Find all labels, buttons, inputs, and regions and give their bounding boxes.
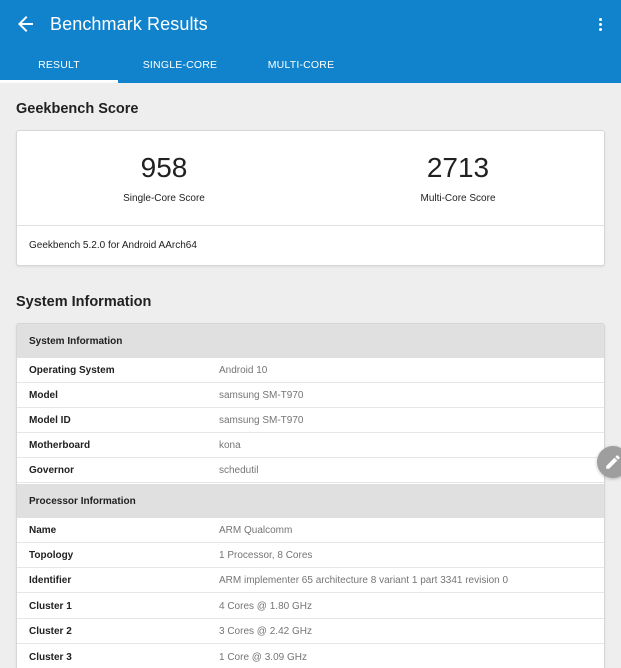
row-value: Android 10 bbox=[219, 364, 268, 376]
row-key: Model bbox=[29, 389, 58, 401]
row-key: Governor bbox=[29, 464, 75, 476]
system-info-group-header: System Information bbox=[17, 324, 604, 358]
more-vertical-icon bbox=[598, 17, 602, 21]
table-row: Governor schedutil bbox=[17, 458, 604, 483]
row-value: kona bbox=[219, 439, 241, 451]
processor-info-group-header: Processor Information bbox=[17, 484, 604, 518]
row-value: 1 Processor, 8 Cores bbox=[219, 549, 313, 561]
row-value: 4 Cores @ 1.80 GHz bbox=[219, 600, 312, 612]
multi-core-score-block: 2713 Multi-Core Score bbox=[311, 149, 605, 204]
tab-indicator bbox=[0, 80, 118, 83]
table-row: Identifier ARM implementer 65 architectu… bbox=[17, 568, 604, 593]
row-value: ARM Qualcomm bbox=[219, 524, 293, 536]
version-text: Geekbench 5.2.0 for Android AArch64 bbox=[29, 240, 197, 251]
app-bar: Benchmark Results RESULT SINGLE-CORE MUL… bbox=[0, 0, 621, 83]
row-key: Identifier bbox=[29, 574, 72, 586]
row-value: samsung SM-T970 bbox=[219, 414, 304, 426]
row-key: Cluster 1 bbox=[29, 600, 72, 612]
back-button[interactable] bbox=[14, 12, 38, 36]
tab-single-core[interactable]: SINGLE-CORE bbox=[120, 47, 240, 83]
tab-multi-core[interactable]: MULTI-CORE bbox=[242, 47, 360, 83]
table-row: Cluster 2 3 Cores @ 2.42 GHz bbox=[17, 619, 604, 644]
row-value: samsung SM-T970 bbox=[219, 389, 304, 401]
edit-fab-button[interactable] bbox=[597, 446, 621, 478]
single-core-score: 958 bbox=[140, 152, 188, 183]
table-row: Name ARM Qualcomm bbox=[17, 518, 604, 543]
table-row: Model samsung SM-T970 bbox=[17, 383, 604, 408]
single-core-score-block: 958 Single-Core Score bbox=[17, 149, 311, 204]
page-title: Benchmark Results bbox=[50, 14, 208, 34]
table-row: Topology 1 Processor, 8 Cores bbox=[17, 543, 604, 568]
system-info-card: System Information Operating System Andr… bbox=[16, 323, 605, 668]
arrow-left-icon bbox=[18, 16, 33, 32]
multi-core-score: 2713 bbox=[426, 152, 490, 183]
row-key: Cluster 3 bbox=[29, 651, 72, 663]
row-value: 3 Cores @ 2.42 GHz bbox=[219, 625, 312, 637]
table-row: Operating System Android 10 bbox=[17, 358, 604, 383]
tab-result[interactable]: RESULT bbox=[0, 47, 118, 83]
row-key: Cluster 2 bbox=[29, 625, 72, 637]
divider bbox=[17, 225, 604, 226]
row-key: Model ID bbox=[29, 414, 71, 426]
pencil-icon bbox=[606, 455, 620, 469]
score-card: 958 Single-Core Score 2713 Multi-Core Sc… bbox=[16, 130, 605, 266]
row-key: Motherboard bbox=[29, 439, 91, 451]
multi-core-label: Multi-Core Score bbox=[420, 193, 496, 204]
single-core-label: Single-Core Score bbox=[123, 193, 205, 204]
table-row: Cluster 1 4 Cores @ 1.80 GHz bbox=[17, 594, 604, 619]
table-row: Motherboard kona bbox=[17, 433, 604, 458]
row-value: 1 Core @ 3.09 GHz bbox=[219, 651, 307, 663]
overflow-menu-button[interactable] bbox=[588, 12, 612, 36]
table-row: Model ID samsung SM-T970 bbox=[17, 408, 604, 433]
system-information-heading: System Information bbox=[16, 294, 152, 310]
row-key: Operating System bbox=[29, 364, 115, 376]
geekbench-score-heading: Geekbench Score bbox=[16, 101, 139, 117]
row-key: Name bbox=[29, 524, 57, 536]
row-key: Topology bbox=[29, 549, 74, 561]
table-row: Cluster 3 1 Core @ 3.09 GHz bbox=[17, 645, 604, 668]
row-value: ARM implementer 65 architecture 8 varian… bbox=[219, 574, 509, 586]
row-value: schedutil bbox=[219, 464, 259, 476]
